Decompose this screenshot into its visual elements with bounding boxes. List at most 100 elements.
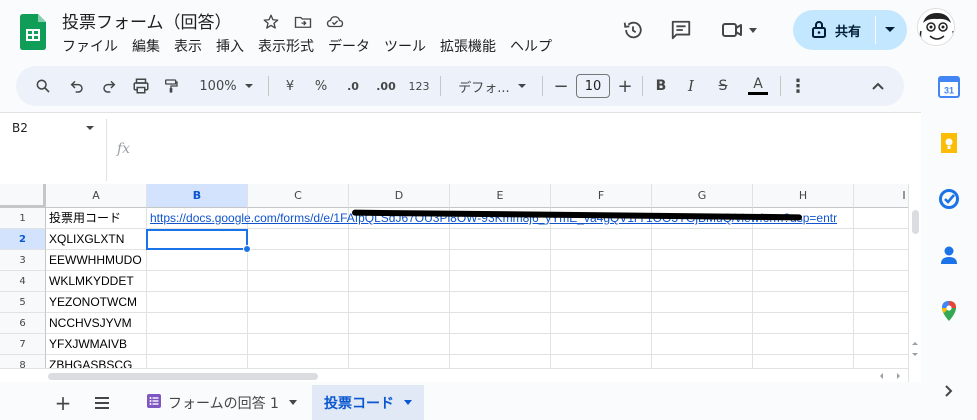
collapse-toolbar-icon[interactable] <box>866 66 890 106</box>
toolbar-divider <box>642 76 643 96</box>
contacts-icon[interactable] <box>938 244 960 266</box>
menu-file[interactable]: ファイル <box>62 36 118 56</box>
share-divider <box>875 16 876 44</box>
avatar[interactable] <box>917 8 955 46</box>
gridline <box>449 208 450 382</box>
keep-icon[interactable] <box>938 132 960 154</box>
menu-format[interactable]: 表示形式 <box>258 36 314 56</box>
move-folder-icon[interactable] <box>292 11 314 33</box>
italic-button[interactable]: I <box>680 66 702 106</box>
column-header[interactable]: F <box>551 184 652 208</box>
sheet-tab-form-responses[interactable]: フォームの回答 1 <box>138 385 309 420</box>
name-box[interactable]: B2 <box>12 121 28 135</box>
column-header[interactable]: H <box>753 184 854 208</box>
cell-a1[interactable]: 投票用コード <box>46 208 121 229</box>
cell-a6[interactable]: NCCHVSJYVM <box>46 313 132 334</box>
menu-help[interactable]: ヘルプ <box>510 36 552 56</box>
row-header[interactable]: 5 <box>0 292 46 313</box>
decrease-decimal-button[interactable]: .0 <box>340 66 366 106</box>
zoom-select[interactable]: 100% <box>192 66 260 106</box>
column-header[interactable]: G <box>652 184 753 208</box>
font-size-input[interactable]: 10 <box>576 74 610 98</box>
svg-text:31: 31 <box>944 86 954 96</box>
font-select[interactable]: デフォ... <box>450 66 534 106</box>
font-size-decrease-button[interactable]: − <box>552 66 570 106</box>
tasks-icon[interactable] <box>938 188 960 210</box>
bold-button[interactable]: B <box>650 66 672 106</box>
number-format-button[interactable]: 123 <box>406 66 432 106</box>
chevron-down-icon[interactable] <box>288 400 297 405</box>
sheet-tab-bar: + フォームの回答 1 投票コード <box>0 382 921 420</box>
cell-a4[interactable]: WKLMKYDDET <box>46 271 134 292</box>
calendar-icon[interactable]: 31 <box>938 76 960 98</box>
currency-button[interactable]: ¥ <box>280 66 300 106</box>
gridline <box>46 333 921 334</box>
menu-view[interactable]: 表示 <box>174 36 202 56</box>
vertical-scrollbar[interactable] <box>908 184 921 382</box>
search-menus-icon[interactable] <box>30 66 56 106</box>
menu-bar: ファイル 編集 表示 挿入 表示形式 データ ツール 拡張機能 ヘルプ <box>62 36 566 56</box>
star-icon[interactable] <box>260 11 282 33</box>
redo-icon[interactable] <box>96 66 122 106</box>
print-icon[interactable] <box>128 66 154 106</box>
sheet-tab-vote-codes[interactable]: 投票コード <box>312 385 424 420</box>
scroll-arrows-icon[interactable] <box>878 372 904 380</box>
fill-handle[interactable] <box>243 245 251 253</box>
cell-a2[interactable]: XQLIXGLXTN <box>46 229 124 250</box>
menu-tools[interactable]: ツール <box>384 36 426 56</box>
expand-panel-chevron-icon[interactable] <box>938 380 960 402</box>
row-header[interactable]: 7 <box>0 334 46 355</box>
zoom-value: 100% <box>199 78 237 94</box>
row-header[interactable]: 1 <box>0 208 46 229</box>
menu-insert[interactable]: 挿入 <box>216 36 244 56</box>
more-options-icon[interactable]: ⋮ <box>788 66 808 106</box>
gridline <box>348 208 349 382</box>
column-header[interactable]: B <box>147 184 248 208</box>
sheets-logo-icon[interactable] <box>20 14 46 50</box>
comments-icon[interactable] <box>665 14 697 46</box>
undo-icon[interactable] <box>64 66 90 106</box>
row-header[interactable]: 4 <box>0 271 46 292</box>
share-button[interactable]: 共有 <box>793 10 907 50</box>
horizontal-scrollbar[interactable] <box>0 368 908 382</box>
text-color-icon: A <box>748 77 768 95</box>
column-header[interactable]: D <box>349 184 450 208</box>
column-header[interactable]: C <box>248 184 349 208</box>
row-header[interactable]: 6 <box>0 313 46 334</box>
cell-a7[interactable]: YFXJWMAIVB <box>46 334 127 355</box>
menu-data[interactable]: データ <box>328 36 370 56</box>
paint-format-icon[interactable] <box>158 66 184 106</box>
toolbar-divider <box>542 76 543 96</box>
history-icon[interactable] <box>617 14 649 46</box>
select-all-corner[interactable] <box>0 184 46 208</box>
cloud-status-icon[interactable] <box>324 11 346 33</box>
form-icon <box>146 393 162 413</box>
spreadsheet-grid[interactable]: A B C D E F G H I 1 2 3 4 5 6 7 8 投票用コード… <box>0 184 921 382</box>
all-sheets-menu-icon[interactable] <box>90 385 114 420</box>
active-cell-selection[interactable] <box>146 229 248 250</box>
column-header[interactable]: E <box>450 184 551 208</box>
column-header[interactable]: A <box>46 184 147 208</box>
horizontal-scroll-thumb[interactable] <box>48 373 318 380</box>
chevron-down-icon[interactable] <box>404 400 412 405</box>
menu-edit[interactable]: 編集 <box>132 36 160 56</box>
add-sheet-button[interactable]: + <box>52 385 74 420</box>
strikethrough-button[interactable]: S <box>712 66 734 106</box>
font-size-increase-button[interactable]: + <box>616 66 634 106</box>
meet-icon[interactable] <box>717 14 761 46</box>
increase-decimal-button[interactable]: .00 <box>372 66 400 106</box>
row-header[interactable]: 2 <box>0 229 46 250</box>
chevron-down-icon[interactable] <box>86 126 94 130</box>
cell-a5[interactable]: YEZONOTWCM <box>46 292 137 313</box>
row-header[interactable]: 3 <box>0 250 46 271</box>
scroll-arrows-icon[interactable] <box>911 340 919 358</box>
menu-extensions[interactable]: 拡張機能 <box>440 36 496 56</box>
decrease-decimal-label: .0 <box>347 79 359 93</box>
percent-button[interactable]: % <box>310 66 332 106</box>
maps-icon[interactable] <box>938 300 960 322</box>
text-color-button[interactable]: A <box>744 66 772 106</box>
share-options-chevron-icon[interactable] <box>885 27 895 32</box>
vertical-scroll-thumb[interactable] <box>912 210 919 234</box>
document-title[interactable]: 投票フォーム（回答） <box>62 8 232 33</box>
cell-a3[interactable]: EEWWHHMUDO <box>46 250 142 271</box>
